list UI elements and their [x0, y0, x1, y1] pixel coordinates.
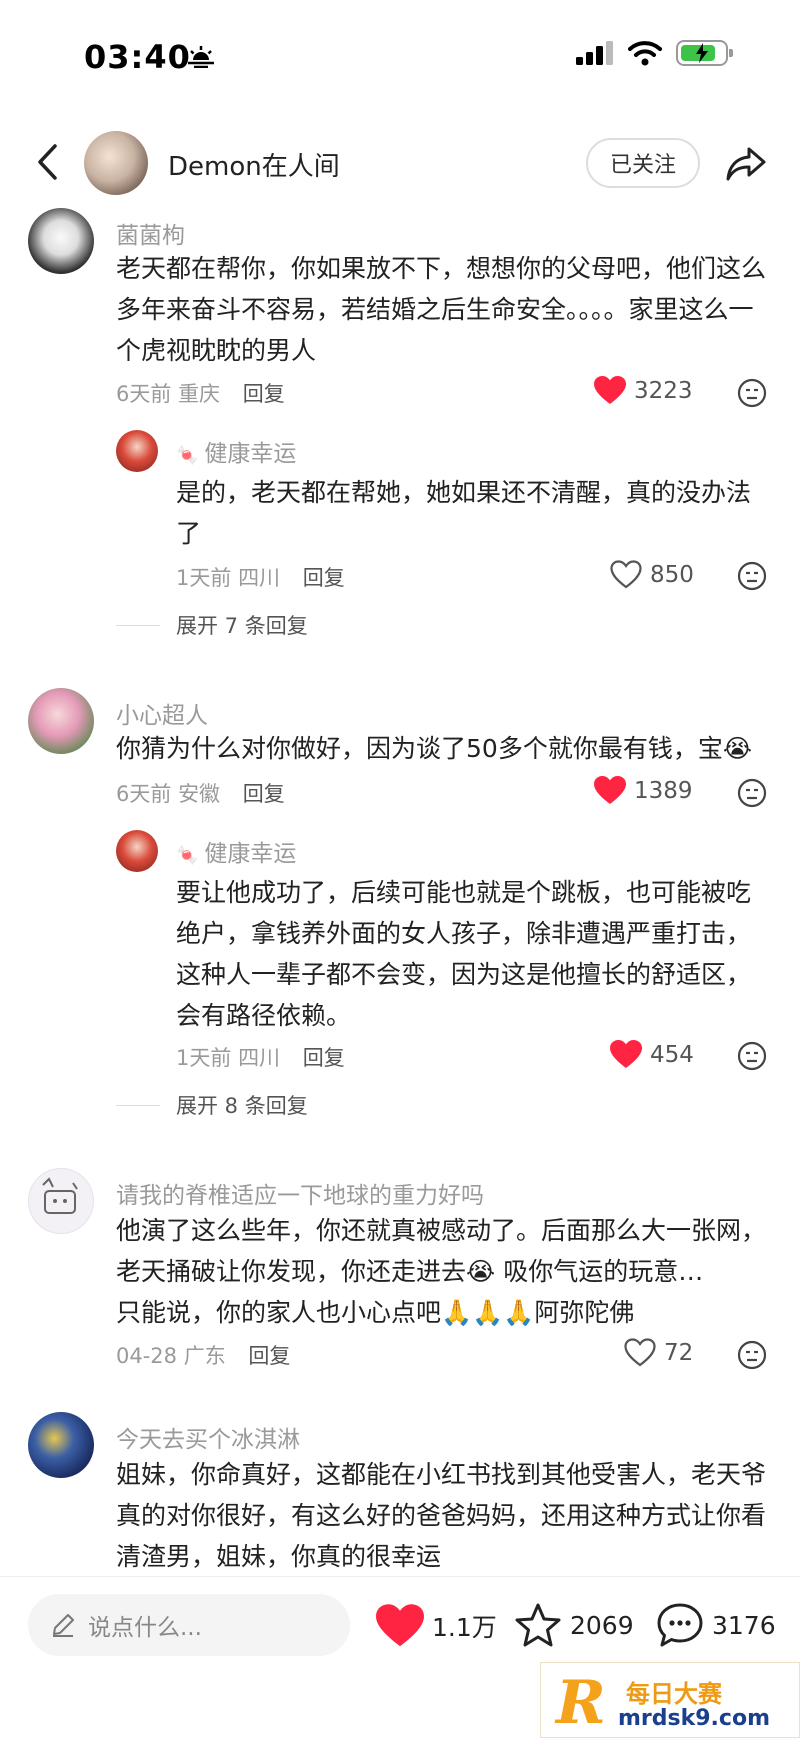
reply-avatar[interactable] [116, 830, 158, 872]
back-button[interactable] [30, 140, 64, 184]
cellular-signal-icon [576, 41, 613, 65]
comment-like[interactable]: 3223 [594, 376, 693, 405]
reply-like[interactable]: 850 [610, 560, 694, 589]
author-avatar[interactable] [84, 131, 148, 195]
reply-avatar[interactable] [116, 430, 158, 472]
comment-avatar[interactable] [28, 208, 94, 274]
chevron-left-icon [38, 144, 57, 180]
dislike-icon[interactable] [737, 778, 767, 808]
comments-button[interactable]: 3176 [656, 1602, 776, 1648]
comment-time: 6天前 [116, 382, 172, 406]
reply-button[interactable]: 回复 [303, 566, 345, 590]
like-count: 3223 [634, 377, 693, 404]
comment-input-placeholder: 说点什么... [88, 1615, 202, 1641]
reply-location: 四川 [238, 1046, 281, 1070]
expand-replies-label: 展开 7 条回复 [176, 614, 308, 638]
dislike-icon[interactable] [737, 378, 767, 408]
reply-username[interactable]: 🍬 健康幸运 [176, 834, 296, 868]
reply-text: 是的，老天都在帮她，她如果还不清醒，真的没办法了 [176, 478, 752, 548]
like-count: 72 [664, 1339, 694, 1366]
heart-filled-icon [610, 1040, 642, 1068]
comment-location: 安徽 [178, 782, 221, 806]
author-name[interactable]: Demon在人间 [168, 146, 340, 183]
like-count: 454 [650, 1041, 694, 1068]
divider-line [116, 624, 160, 626]
reply-button[interactable]: 回复 [243, 782, 285, 806]
watermark-logo: R [556, 1668, 606, 1738]
dislike-icon[interactable] [737, 1041, 767, 1071]
comment-username[interactable]: 今天去买个冰淇淋 [116, 1420, 300, 1454]
heart-outline-icon [624, 1338, 656, 1367]
wifi-icon [628, 41, 662, 66]
candy-icon: 🍬 [176, 845, 199, 866]
heart-filled-icon [594, 376, 626, 404]
like-count: 850 [650, 561, 694, 588]
crying-emoji-icon: 😭 [466, 1257, 496, 1286]
crying-emoji-icon: 😭 [722, 734, 753, 763]
comment-location: 重庆 [178, 382, 221, 406]
heart-filled-icon [594, 776, 626, 804]
comment-text: 你猜为什么对你做好，因为谈了50多个就你最有钱，宝😭 [116, 734, 753, 763]
comment-username[interactable]: 请我的脊椎适应一下地球的重力好吗 [116, 1176, 484, 1210]
comment-location: 广东 [183, 1344, 226, 1368]
battery-icon [676, 40, 733, 66]
favorite-count: 2069 [570, 1610, 634, 1640]
reply-like[interactable]: 454 [610, 1040, 694, 1069]
comment-text: 老天都在帮你，你如果放不下，想想你的父母吧，他们这么多年来奋斗不容易，若结婚之后… [116, 254, 767, 365]
sunset-icon [186, 44, 216, 72]
reply-button[interactable]: 回复 [248, 1344, 290, 1368]
post-like-count: 1.1万 [432, 1613, 497, 1642]
praying-hands-icon: 🙏🙏🙏 [441, 1298, 535, 1327]
reply-button[interactable]: 回复 [243, 382, 285, 406]
share-icon [726, 147, 766, 181]
comment-time: 6天前 [116, 782, 172, 806]
expand-replies-button[interactable]: 展开 8 条回复 [116, 1090, 308, 1120]
post-like-button[interactable]: 1.1万 [376, 1604, 497, 1648]
favorite-button[interactable]: 2069 [514, 1602, 634, 1648]
heart-filled-icon [376, 1604, 424, 1647]
dislike-icon[interactable] [737, 1340, 767, 1370]
star-outline-icon [515, 1603, 561, 1647]
expand-replies-button[interactable]: 展开 7 条回复 [116, 610, 308, 640]
divider-line [116, 1104, 160, 1106]
status-indicators [576, 40, 733, 66]
comment-like[interactable]: 72 [624, 1338, 693, 1367]
comment-meta: 04-28 广东 回复 [116, 1340, 290, 1370]
reply-time: 1天前 [176, 566, 232, 590]
status-time: 03:40 [84, 38, 191, 76]
comment-avatar[interactable] [28, 688, 94, 754]
reply-meta: 1天前 四川 回复 [176, 562, 345, 592]
comment-text: 姐妹，你命真好，这都能在小红书找到其他受害人，老天爷真的对你很好，有这么好的爸爸… [116, 1460, 767, 1571]
reply-username[interactable]: 🍬 健康幸运 [176, 434, 296, 468]
comment-avatar[interactable] [28, 1168, 94, 1234]
comment-text: 他演了这么些年，你还就真被感动了。后面那么大一张网，老天捅破让你发现，你还走进去… [116, 1216, 767, 1327]
comment-meta: 6天前 重庆 回复 [116, 378, 285, 408]
comment-input[interactable]: 说点什么... [28, 1594, 350, 1656]
follow-button[interactable]: 已关注 [586, 138, 700, 188]
comment-username[interactable]: 菌菌枸 [116, 216, 185, 250]
reply-meta: 1天前 四川 回复 [176, 1042, 345, 1072]
reply-button[interactable]: 回复 [303, 1046, 345, 1070]
pencil-icon [53, 1614, 74, 1637]
dislike-icon[interactable] [737, 561, 767, 591]
heart-outline-icon [610, 560, 642, 589]
reply-location: 四川 [238, 566, 281, 590]
comment-time: 04-28 [116, 1344, 178, 1368]
share-button[interactable] [724, 142, 768, 186]
comment-username[interactable]: 小心超人 [116, 696, 208, 730]
doodle-avatar-icon [42, 1177, 78, 1214]
reply-text: 要让他成功了，后续可能也就是个跳板，也可能被吃绝户，拿钱养外面的女人孩子，除非遭… [176, 878, 752, 1030]
comment-count: 3176 [712, 1610, 776, 1640]
comment-bubble-icon [657, 1603, 703, 1647]
reply-time: 1天前 [176, 1046, 232, 1070]
candy-icon: 🍬 [176, 445, 199, 466]
comment-meta: 6天前 安徽 回复 [116, 778, 285, 808]
watermark-title: 每日大赛 [626, 1680, 722, 1708]
comment-like[interactable]: 1389 [594, 776, 693, 805]
expand-replies-label: 展开 8 条回复 [176, 1094, 308, 1118]
watermark-url: mrdsk9.com [618, 1706, 770, 1731]
like-count: 1389 [634, 777, 693, 804]
comment-avatar[interactable] [28, 1412, 94, 1478]
